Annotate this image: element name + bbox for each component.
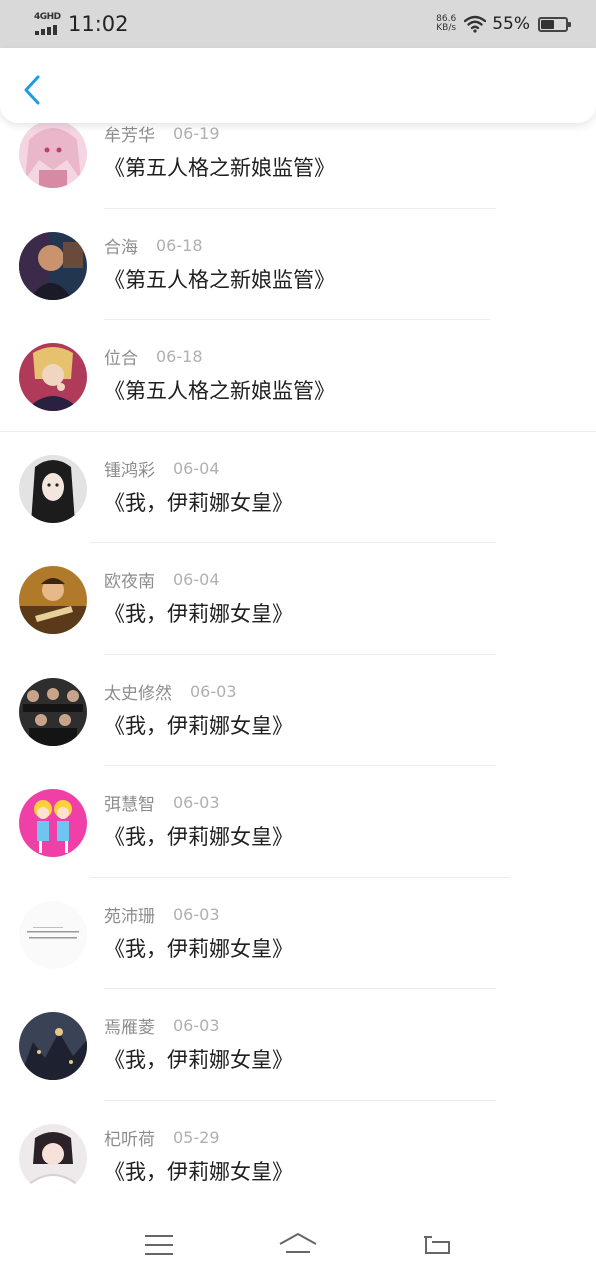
list-item[interactable]: 苑沛珊 06-03 《我，伊莉娜女皇》 [0,878,596,989]
book-title[interactable]: 《我，伊莉娜女皇》 [104,598,293,628]
avatar[interactable] [19,1012,87,1080]
book-title[interactable]: 《第五人格之新娘监管》 [104,264,335,294]
list-item[interactable]: 合海 06-18 《第五人格之新娘监管》 [0,209,596,320]
system-back-button[interactable] [417,1225,457,1265]
reader-list: 牟芳华 06-19 《第五人格之新娘监管》 合海 06-18 《第五人格之新娘监… [0,97,596,1212]
book-title[interactable]: 《我，伊莉娜女皇》 [104,933,293,963]
list-item[interactable]: 锺鸿彩 06-04 《我，伊莉娜女皇》 [0,432,596,543]
avatar[interactable] [19,120,87,188]
read-date: 06-03 [173,904,220,924]
cellular-signal-icon: 4GHD [34,11,62,37]
read-date: 06-19 [173,124,220,143]
reader-name: 锺鸿彩 [104,460,155,481]
book-title[interactable]: 《我，伊莉娜女皇》 [104,821,293,851]
battery-percent: 55% [492,14,530,34]
list-item[interactable]: 太史修然 06-03 《我，伊莉娜女皇》 [0,655,596,766]
reader-name: 弭慧智 [104,795,155,815]
battery-icon [538,16,571,32]
reader-name: 合海 [104,237,138,258]
read-date: 06-04 [173,458,220,478]
read-date: 05-29 [173,1127,220,1147]
system-navigation-bar [0,1210,596,1280]
book-title[interactable]: 《我，伊莉娜女皇》 [104,487,293,517]
reader-name: 焉雁菱 [104,1018,155,1038]
wifi-icon [464,15,487,33]
reader-name: 杞听荷 [104,1129,155,1150]
read-date: 06-03 [190,681,237,701]
avatar[interactable] [19,454,87,523]
back-button[interactable] [16,72,48,108]
reader-name: 苑沛珊 [104,906,155,927]
list-item[interactable]: 弭慧智 06-03 《我，伊莉娜女皇》 [0,766,596,878]
list-item[interactable]: 焉雁菱 06-03 《我，伊莉娜女皇》 [0,989,596,1101]
reader-name: 太史修然 [104,683,172,704]
status-bar: 4GHD 11:02 86.6 KB/s 55% [0,0,596,48]
read-date: 06-03 [173,793,220,812]
reader-name: 欧夜南 [104,572,155,592]
return-icon [423,1236,450,1254]
battery-fill [541,19,555,29]
reader-name: 牟芳华 [104,126,155,146]
chevron-left-icon [24,75,40,105]
home-button[interactable] [278,1225,318,1265]
read-date: 06-03 [173,1016,220,1035]
book-title[interactable]: 《我，伊莉娜女皇》 [104,1156,293,1186]
read-date: 06-04 [173,570,220,589]
avatar[interactable] [19,1123,87,1192]
menu-icon [145,1235,174,1255]
avatar[interactable] [19,900,87,969]
avatar[interactable] [19,343,87,411]
status-time: 11:02 [68,12,129,36]
read-date: 06-18 [156,235,203,255]
top-nav-bar [0,48,596,123]
book-title[interactable]: 《我，伊莉娜女皇》 [104,1044,293,1074]
reader-name: 位合 [104,349,138,369]
network-type: 4GHD [34,12,61,22]
menu-button[interactable] [139,1225,179,1265]
avatar[interactable] [19,231,87,300]
list-item[interactable]: 杞听荷 05-29 《我，伊莉娜女皇》 [0,1101,596,1213]
read-date: 06-18 [156,347,203,366]
book-title[interactable]: 《第五人格之新娘监管》 [104,375,335,405]
list-item[interactable]: 位合 06-18 《第五人格之新娘监管》 [0,320,596,432]
avatar[interactable] [19,789,87,857]
avatar[interactable] [19,566,87,634]
list-item[interactable]: 欧夜南 06-04 《我，伊莉娜女皇》 [0,543,596,655]
home-icon [279,1233,317,1253]
network-speed: 86.6 KB/s [436,15,456,33]
network-speed-unit: KB/s [436,23,457,33]
book-title[interactable]: 《我，伊莉娜女皇》 [104,710,293,740]
book-title[interactable]: 《第五人格之新娘监管》 [104,152,335,182]
avatar[interactable] [19,677,87,746]
